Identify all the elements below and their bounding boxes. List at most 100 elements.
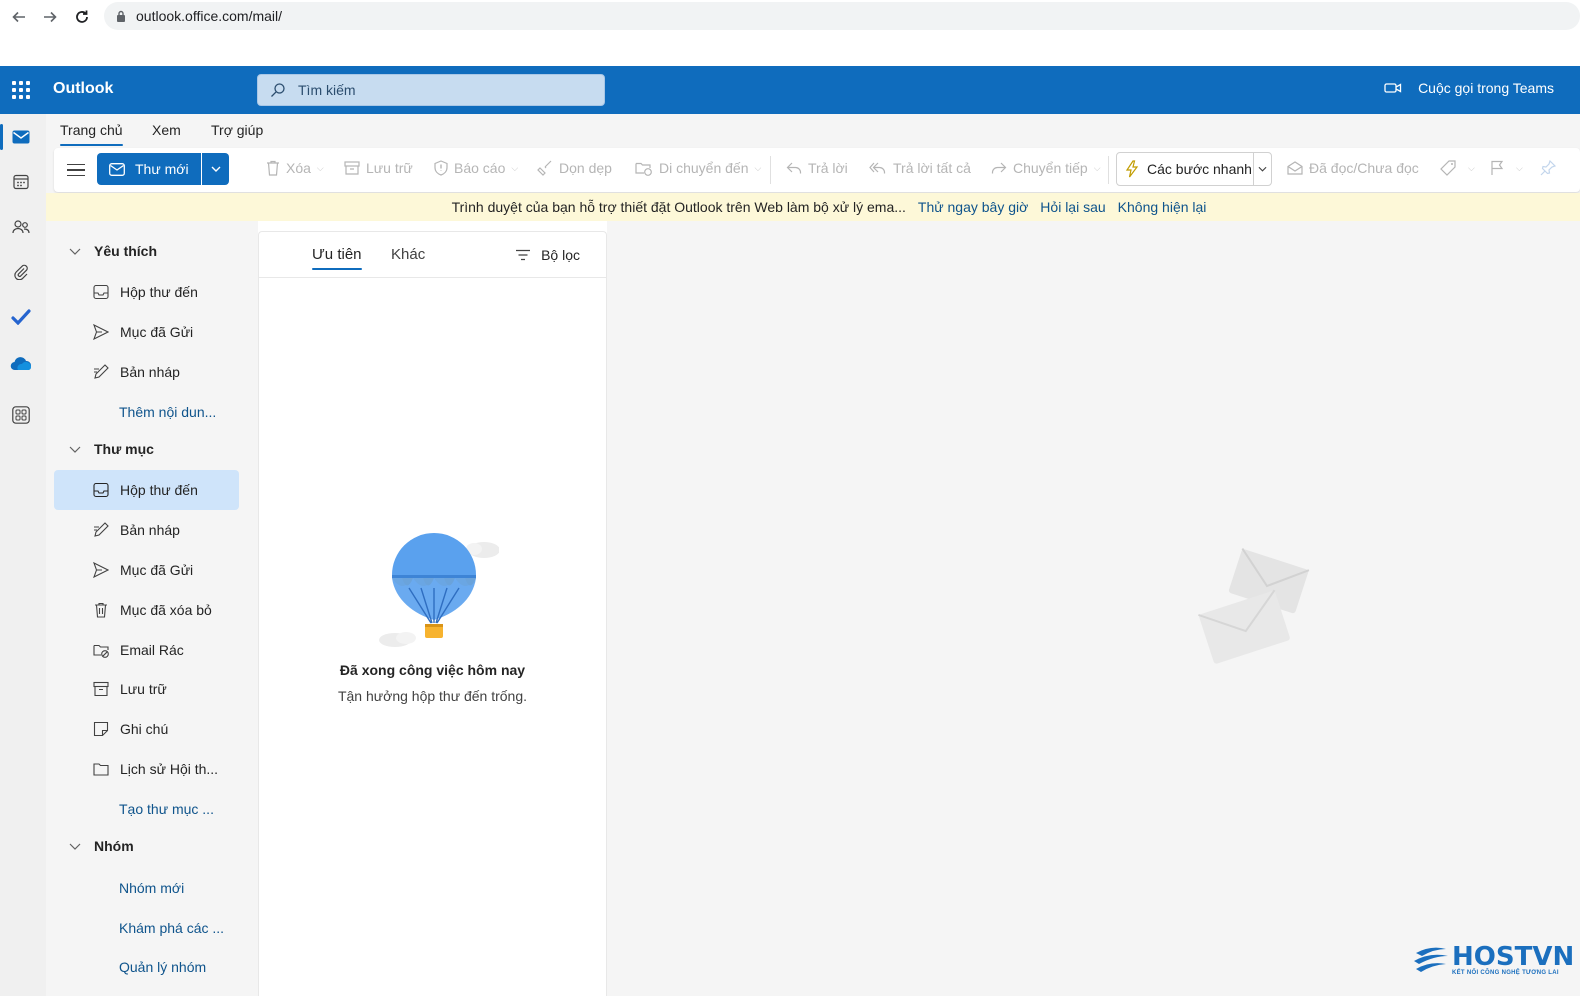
tag-button[interactable]: ⌵ <box>1440 160 1475 176</box>
new-mail-button[interactable]: Thư mới <box>97 153 201 185</box>
quick-steps-button[interactable]: Các bước nhanh <box>1116 152 1272 186</box>
chevron-down-icon <box>211 166 220 172</box>
folder-label: Hộp thư đến <box>120 284 198 300</box>
chevron-down-icon <box>69 248 81 255</box>
filter-button[interactable]: Bộ lọc <box>515 247 580 263</box>
note-icon <box>93 721 109 737</box>
sweep-button[interactable]: Dọn dẹp <box>537 160 612 176</box>
move-to-button[interactable]: Di chuyển đến ⌵ <box>635 160 761 176</box>
hamburger-menu-icon[interactable] <box>64 158 88 182</box>
favorite-sent[interactable]: Mục đã Gửi <box>54 312 239 352</box>
report-button[interactable]: Báo cáo ⌵ <box>434 160 518 176</box>
arrow-left-icon <box>12 11 25 23</box>
todo-app-button[interactable] <box>8 304 34 330</box>
app-name[interactable]: Outlook <box>53 80 113 98</box>
forward-icon <box>991 162 1007 174</box>
favorites-header[interactable]: Yêu thích <box>68 243 157 259</box>
folder-junk[interactable]: Email Rác <box>54 630 239 670</box>
folder-label: Lưu trữ <box>120 681 167 697</box>
report-label: Báo cáo <box>454 160 506 176</box>
calendar-app-button[interactable] <box>8 169 34 195</box>
todo-check-icon <box>11 309 31 325</box>
folder-label: Email Rác <box>120 642 184 658</box>
new-mail-dropdown[interactable] <box>202 153 229 185</box>
search-box[interactable] <box>257 74 605 106</box>
folder-icon <box>93 763 109 776</box>
archive-button[interactable]: Lưu trữ <box>344 160 413 176</box>
reading-pane <box>607 221 1580 996</box>
files-app-button[interactable] <box>8 259 34 285</box>
folder-drafts[interactable]: Bản nháp <box>54 510 239 550</box>
trash-icon <box>267 160 279 176</box>
video-camera-icon <box>1384 83 1402 93</box>
pin-button[interactable] <box>1540 160 1562 176</box>
active-indicator <box>0 124 3 150</box>
pencil-icon <box>94 364 109 379</box>
reply-button[interactable]: Trả lời <box>786 160 848 176</box>
read-unread-button[interactable]: Đã đọc/Chưa đọc <box>1287 160 1419 176</box>
junk-folder-icon <box>93 644 109 658</box>
tab-home[interactable]: Trang chủ <box>60 122 123 146</box>
teams-call-button[interactable]: Cuộc gọi trong Teams <box>1384 80 1554 96</box>
tab-help[interactable]: Trợ giúp <box>211 122 263 138</box>
forward-button[interactable] <box>39 6 61 28</box>
more-apps-button[interactable] <box>8 402 34 428</box>
discover-groups-link[interactable]: Khám phá các ... <box>119 920 224 936</box>
mail-app-button[interactable] <box>8 124 34 150</box>
folders-header[interactable]: Thư mục <box>68 441 154 457</box>
apps-grid-icon <box>12 406 30 424</box>
onedrive-app-button[interactable] <box>8 351 34 377</box>
quick-steps-label: Các bước nhanh <box>1147 161 1252 177</box>
folder-archive[interactable]: Lưu trữ <box>54 669 239 709</box>
folder-label: Lịch sử Hội th... <box>120 761 219 777</box>
new-group-link[interactable]: Nhóm mới <box>119 880 184 896</box>
forward-mail-button[interactable]: Chuyển tiếp ⌵ <box>991 160 1101 176</box>
back-button[interactable] <box>8 6 30 28</box>
folder-notes[interactable]: Ghi chú <box>54 709 239 749</box>
folder-sent[interactable]: Mục đã Gửi <box>54 550 239 590</box>
reply-label: Trả lời <box>808 160 848 176</box>
url-text: outlook.office.com/mail/ <box>136 8 283 24</box>
archive-label: Lưu trữ <box>366 160 413 176</box>
groups-header[interactable]: Nhóm <box>68 838 134 854</box>
inbox-icon <box>93 482 109 498</box>
archive-icon <box>344 161 360 175</box>
send-icon <box>93 324 109 340</box>
groups-title: Nhóm <box>94 838 134 854</box>
trash-icon <box>95 602 107 618</box>
banner-ask-later-link[interactable]: Hỏi lại sau <box>1040 199 1105 215</box>
banner-try-now-link[interactable]: Thử ngay bây giờ <box>918 199 1028 215</box>
reply-all-button[interactable]: Trả lời tất cả <box>869 160 971 176</box>
folder-conversation-history[interactable]: Lịch sử Hội th... <box>54 749 239 789</box>
manage-groups-link[interactable]: Quản lý nhóm <box>119 959 206 975</box>
banner-dont-show-link[interactable]: Không hiện lại <box>1118 199 1207 215</box>
tab-focused[interactable]: Ưu tiên <box>312 246 362 270</box>
pencil-icon <box>94 522 109 537</box>
favorite-inbox[interactable]: Hộp thư đến <box>54 272 239 312</box>
address-bar[interactable]: outlook.office.com/mail/ <box>104 2 1580 30</box>
browser-toolbar: outlook.office.com/mail/ <box>0 0 1580 66</box>
delete-button[interactable]: Xóa ⌵ <box>266 160 324 176</box>
create-folder-link[interactable]: Tạo thư mục ... <box>119 801 214 817</box>
folder-inbox[interactable]: Hộp thư đến <box>54 470 239 510</box>
banner-message: Trình duyệt của bạn hỗ trợ thiết đặt Out… <box>451 199 906 215</box>
add-favorite-link[interactable]: Thêm nội dun... <box>119 404 216 420</box>
calendar-icon <box>13 174 29 190</box>
people-app-button[interactable] <box>8 214 34 240</box>
search-input[interactable] <box>298 82 588 98</box>
favorite-drafts[interactable]: Bản nháp <box>54 352 239 392</box>
tab-view[interactable]: Xem <box>152 122 181 138</box>
default-handler-banner: Trình duyệt của bạn hỗ trợ thiết đặt Out… <box>46 193 1580 221</box>
reload-icon <box>76 10 88 23</box>
tab-other[interactable]: Khác <box>391 246 425 263</box>
chevron-down-icon <box>69 843 81 850</box>
reload-button[interactable] <box>71 6 93 28</box>
folder-deleted[interactable]: Mục đã xóa bỏ <box>54 590 239 630</box>
app-rail <box>0 114 46 996</box>
filter-label: Bộ lọc <box>541 247 580 263</box>
flag-button[interactable]: ⌵ <box>1490 160 1523 176</box>
envelope-icon <box>109 162 125 176</box>
app-launcher-icon[interactable] <box>12 81 30 99</box>
delete-label: Xóa <box>286 160 311 176</box>
quick-steps-dropdown[interactable] <box>1253 153 1271 185</box>
